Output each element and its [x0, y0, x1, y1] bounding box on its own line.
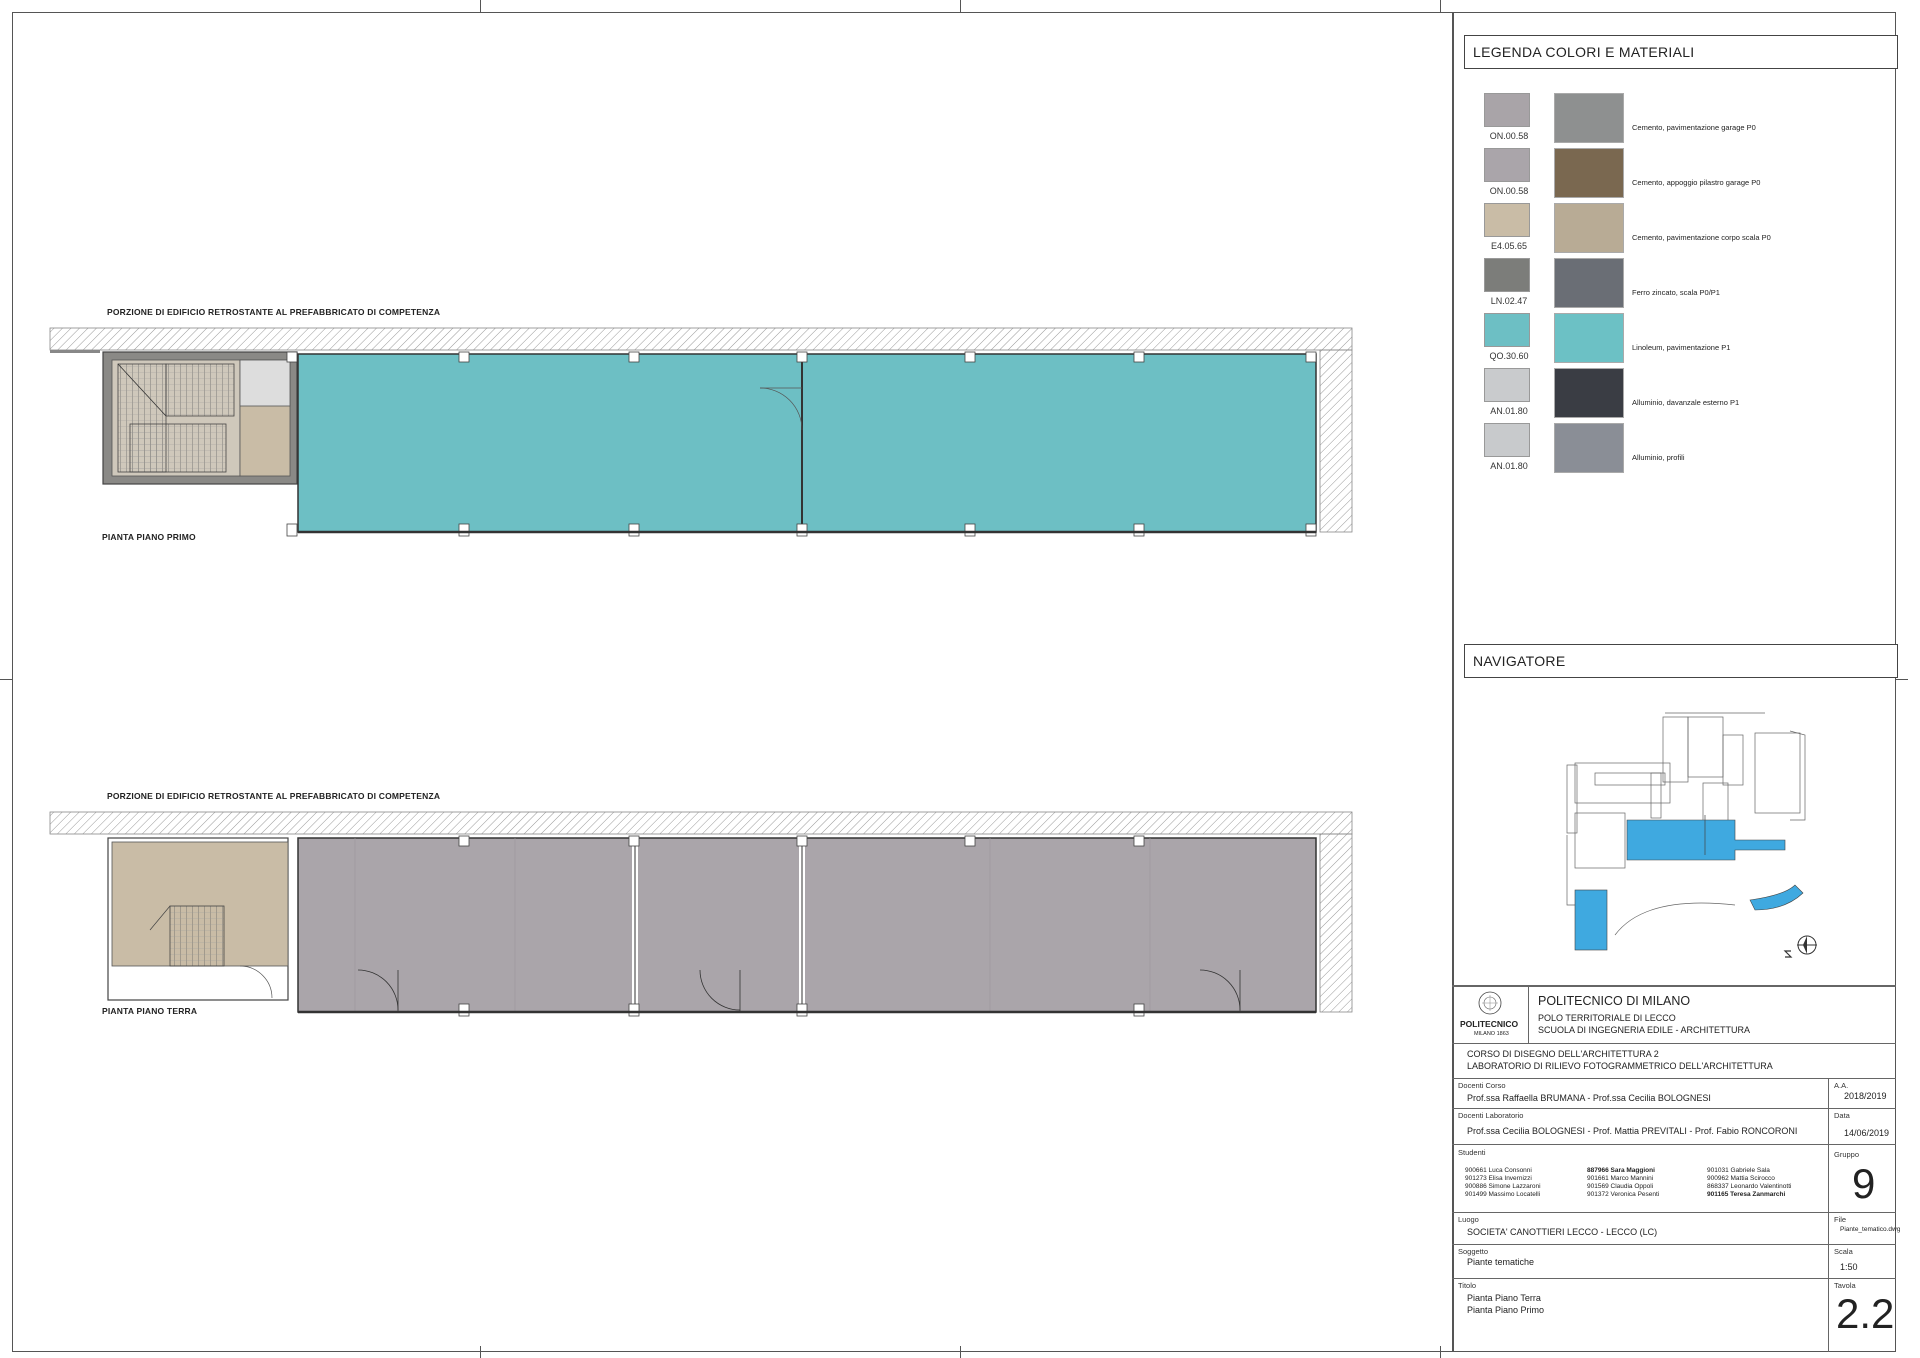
subject: Piante tematiche — [1467, 1257, 1535, 1267]
material-photo — [1554, 368, 1624, 418]
material-photo — [1554, 313, 1624, 363]
data-label: Data — [1834, 1111, 1850, 1120]
docenti-corso: Prof.ssa Raffaella BRUMANA - Prof.ssa Ce… — [1467, 1093, 1711, 1103]
color-swatch — [1484, 258, 1530, 292]
gruppo-label: Gruppo — [1834, 1150, 1860, 1159]
docenti-lab-label: Docenti Laboratorio — [1458, 1111, 1524, 1120]
title-block-border — [1528, 985, 1529, 1043]
scala-label: Scala — [1834, 1247, 1853, 1256]
student-entry: 900661 Luca Consonni — [1465, 1167, 1532, 1174]
color-swatch — [1484, 423, 1530, 457]
student-entry: 901499 Massimo Locatelli — [1465, 1191, 1541, 1198]
sidebar-divider — [1452, 12, 1454, 1352]
color-swatch — [1484, 148, 1530, 182]
titolo-label: Titolo — [1458, 1281, 1477, 1290]
title-line: Pianta Piano Terra — [1467, 1293, 1541, 1303]
title-block-border — [1452, 1108, 1896, 1109]
student-entry: 887966 Sara Maggioni — [1587, 1167, 1655, 1174]
color-swatch — [1484, 313, 1530, 347]
title-block-border — [1452, 1244, 1896, 1245]
institution-name: POLITECNICO DI MILANO — [1538, 994, 1691, 1008]
color-code: ON.00.58 — [1489, 186, 1529, 196]
material-description: Cemento, pavimentazione garage P0 — [1632, 123, 1756, 132]
student-entry: 901031 Gabriele Sala — [1707, 1167, 1770, 1174]
material-description: Alluminio, profili — [1632, 453, 1685, 462]
politecnico-logo-icon — [1478, 991, 1502, 1015]
plan-ground-floor — [49, 811, 1353, 1017]
aa-label: A.A. — [1834, 1081, 1849, 1090]
material-description: Cemento, pavimentazione corpo scala P0 — [1632, 233, 1771, 242]
student-entry: 901273 Elisa Invernizzi — [1465, 1175, 1532, 1182]
title-block-border — [1452, 1043, 1896, 1044]
material-description: Cemento, appoggio pilastro garage P0 — [1632, 178, 1761, 187]
logo-text: POLITECNICO — [1460, 1019, 1519, 1029]
scale: 1:50 — [1840, 1262, 1858, 1272]
title-block-border — [1452, 1144, 1896, 1145]
color-code: QO.30.60 — [1489, 351, 1529, 361]
academic-year: 2018/2019 — [1844, 1091, 1887, 1101]
students-column-2: 887966 Sara Maggioni 901661 Marco Mannin… — [1587, 1167, 1659, 1199]
navigator-title: NAVIGATORE — [1464, 644, 1898, 678]
title-line: Pianta Piano Primo — [1467, 1305, 1545, 1315]
legend-title: LEGENDA COLORI E MATERIALI — [1464, 35, 1898, 69]
material-description: Linoleum, pavimentazione P1 — [1632, 343, 1731, 352]
student-entry: 900886 Simone Lazzaroni — [1465, 1183, 1541, 1190]
title-block-border — [1452, 1078, 1896, 1079]
luogo-label: Luogo — [1458, 1215, 1479, 1224]
material-photo — [1554, 148, 1624, 198]
file-label: File — [1834, 1215, 1847, 1224]
file-name: Piante_tematico.dwg — [1840, 1226, 1901, 1233]
docenti-lab: Prof.ssa Cecilia BOLOGNESI - Prof. Matti… — [1467, 1126, 1798, 1136]
plan-first-floor — [49, 327, 1353, 537]
material-photo — [1554, 423, 1624, 473]
docenti-corso-label: Docenti Corso — [1458, 1081, 1506, 1090]
navigator-map — [1566, 712, 1817, 958]
color-swatch — [1484, 203, 1530, 237]
lab-title: LABORATORIO DI RILIEVO FOTOGRAMMETRICO D… — [1467, 1061, 1773, 1071]
school-name: SCUOLA DI INGEGNERIA EDILE - ARCHITETTUR… — [1538, 1025, 1751, 1035]
logo-subtext: MILANO 1863 — [1474, 1031, 1509, 1037]
group-number: 9 — [1852, 1160, 1876, 1207]
date: 14/06/2019 — [1844, 1128, 1890, 1138]
color-code: ON.00.58 — [1489, 131, 1529, 141]
color-swatch — [1484, 368, 1530, 402]
material-photo — [1554, 258, 1624, 308]
color-code: LN.02.47 — [1490, 296, 1528, 306]
color-code: E4.05.65 — [1490, 241, 1528, 251]
color-code: AN.01.80 — [1490, 461, 1528, 471]
title-block-border — [1452, 1212, 1896, 1213]
student-entry: 901165 Teresa Zanmarchi — [1707, 1191, 1786, 1198]
title-block-border — [1828, 1078, 1829, 1352]
soggetto-label: Soggetto — [1458, 1247, 1489, 1256]
location: SOCIETA' CANOTTIERI LECCO - LECCO (LC) — [1467, 1227, 1658, 1237]
course-title: CORSO DI DISEGNO DELL'ARCHITETTURA 2 — [1467, 1049, 1659, 1059]
frame-tick — [1440, 1346, 1441, 1358]
studenti-label: Studenti — [1458, 1148, 1486, 1157]
material-photo — [1554, 93, 1624, 143]
color-swatch — [1484, 93, 1530, 127]
student-entry: 901569 Claudia Oppoli — [1587, 1183, 1654, 1190]
tavola-label: Tavola — [1834, 1281, 1856, 1290]
title-block-border — [1452, 985, 1896, 987]
students-column-1: 900661 Luca Consonni 901273 Elisa Invern… — [1465, 1167, 1541, 1199]
frame-tick — [1440, 0, 1441, 12]
student-entry: 901661 Marco Mannini — [1587, 1175, 1654, 1182]
color-code: AN.01.80 — [1490, 406, 1528, 416]
floor-plans-drawing — [49, 327, 1353, 1017]
material-photo — [1554, 203, 1624, 253]
material-description: Alluminio, davanzale esterno P1 — [1632, 398, 1740, 407]
legend-item: AN.01.80 Alluminio, profili — [1484, 423, 1884, 495]
title-block-border — [1452, 1278, 1896, 1279]
students-column-3: 901031 Gabriele Sala 900962 Mattia Sciro… — [1707, 1167, 1791, 1199]
material-description: Ferro zincato, scala P0/P1 — [1632, 288, 1720, 297]
student-entry: 901372 Veronica Pesenti — [1587, 1191, 1660, 1198]
student-entry: 900962 Mattia Scirocco — [1707, 1175, 1775, 1182]
campus-name: POLO TERRITORIALE DI LECCO — [1538, 1013, 1676, 1023]
student-entry: 868337 Leonardo Valentinotti — [1707, 1183, 1792, 1190]
sheet-number: 2.2 — [1836, 1290, 1895, 1337]
frame-tick — [1896, 679, 1908, 680]
